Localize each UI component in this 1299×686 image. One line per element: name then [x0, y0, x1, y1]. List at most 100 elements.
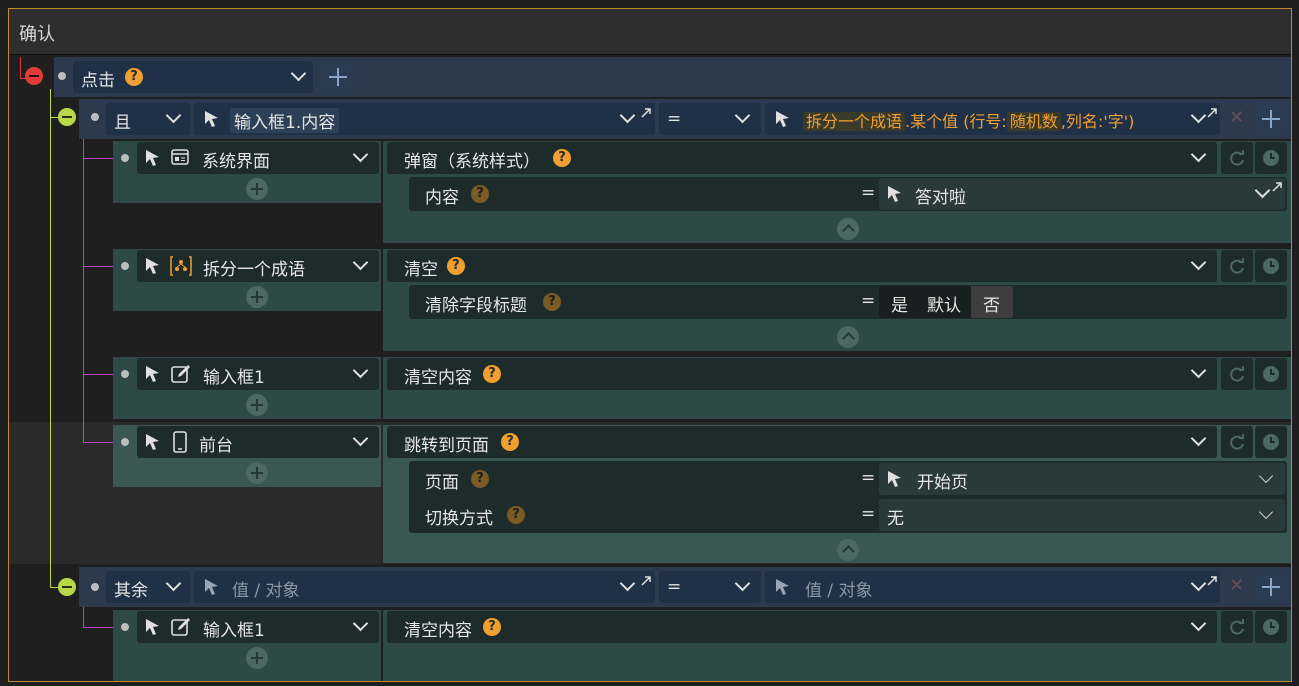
right-value-input[interactable]: 拆分一个成语 .某个值 (行号: 随机数 ,列名:'字'): [765, 103, 1220, 135]
expand-icon[interactable]: [1271, 181, 1283, 193]
timer-button[interactable]: [1255, 426, 1287, 458]
refresh-icon: [1230, 619, 1244, 635]
loop-button[interactable]: [1221, 250, 1253, 282]
collapse-params-icon[interactable]: [837, 218, 859, 240]
refresh-icon: [1230, 150, 1244, 166]
help-icon[interactable]: ?: [483, 365, 501, 383]
drag-handle-icon[interactable]: [121, 154, 129, 162]
add-action-icon[interactable]: [246, 178, 268, 200]
action-select-3[interactable]: 清空内容 ?: [387, 358, 1217, 390]
drag-handle-icon[interactable]: [121, 623, 129, 631]
loop-button[interactable]: [1221, 142, 1253, 174]
loop-button[interactable]: [1221, 611, 1253, 643]
right-value-input[interactable]: 值 / 对象: [765, 571, 1220, 603]
cursor-pick-icon[interactable]: [145, 618, 161, 636]
refresh-icon: [1230, 258, 1244, 274]
drag-handle-icon[interactable]: [91, 113, 99, 121]
expand-icon[interactable]: [640, 107, 652, 119]
compare-select[interactable]: =: [659, 103, 761, 135]
drag-handle-icon[interactable]: [121, 262, 129, 270]
clock-icon: [1263, 434, 1279, 450]
add-action-icon[interactable]: [246, 647, 268, 669]
else-target-select[interactable]: 输入框1: [137, 611, 379, 643]
help-icon[interactable]: ?: [553, 149, 571, 167]
left-value-input[interactable]: 值 / 对象: [194, 571, 655, 603]
method-token: .某个值 (行号:: [905, 112, 1007, 131]
target-select-3[interactable]: 输入框1: [137, 358, 379, 390]
target-select-1[interactable]: 系统界面: [137, 142, 379, 174]
drag-handle-icon[interactable]: [91, 583, 99, 591]
add-action-icon[interactable]: [246, 394, 268, 416]
trigger-select[interactable]: 点击 ?: [73, 61, 313, 93]
transition-select[interactable]: 无: [879, 499, 1285, 531]
compare-select[interactable]: =: [659, 571, 761, 603]
cursor-pick-icon[interactable]: [145, 365, 161, 383]
loop-button[interactable]: [1221, 358, 1253, 390]
timer-button[interactable]: [1255, 358, 1287, 390]
help-icon[interactable]: ?: [125, 68, 143, 86]
timer-button[interactable]: [1255, 611, 1287, 643]
action-label: 清空内容: [404, 621, 472, 641]
cursor-pick-icon[interactable]: [887, 470, 903, 488]
drag-handle-icon[interactable]: [121, 438, 129, 446]
clock-icon: [1263, 150, 1279, 166]
collapse-params-icon[interactable]: [837, 326, 859, 348]
action-label: 清空内容: [404, 368, 472, 388]
delete-condition-button[interactable]: ✕: [1224, 571, 1248, 603]
expand-icon[interactable]: [640, 575, 652, 587]
add-action-icon[interactable]: [246, 462, 268, 484]
option-default[interactable]: 默认: [927, 291, 961, 316]
action-connector: [83, 129, 84, 443]
drag-handle-icon[interactable]: [58, 72, 66, 80]
help-icon[interactable]: ?: [483, 618, 501, 636]
collapse-else-icon[interactable]: [58, 578, 76, 596]
option-yes[interactable]: 是: [891, 291, 908, 316]
loop-button[interactable]: [1221, 426, 1253, 458]
operator-select[interactable]: 其余: [106, 571, 190, 603]
cursor-pick-icon[interactable]: [204, 578, 220, 596]
cursor-pick-icon[interactable]: [145, 257, 161, 275]
action-select-4[interactable]: 跳转到页面 ?: [387, 426, 1217, 458]
add-condition-button[interactable]: [1255, 103, 1287, 135]
option-no-selected[interactable]: 否: [971, 286, 1013, 318]
help-icon[interactable]: ?: [471, 470, 489, 488]
help-icon[interactable]: ?: [507, 506, 525, 524]
cursor-pick-icon[interactable]: [204, 110, 220, 128]
target-select-4[interactable]: 前台: [137, 426, 379, 458]
left-value-input[interactable]: 输入框1.内容: [194, 103, 655, 135]
dataset-token: 拆分一个成语: [803, 112, 906, 131]
help-icon[interactable]: ?: [501, 433, 519, 451]
action-select-2[interactable]: 清空 ?: [387, 250, 1217, 282]
chevron-down-icon: [1258, 504, 1274, 520]
left-value-placeholder: 值 / 对象: [232, 581, 300, 601]
action-select-1[interactable]: 弹窗（系统样式） ?: [387, 142, 1217, 174]
cursor-pick-icon[interactable]: [887, 185, 903, 203]
expand-icon[interactable]: [1206, 575, 1218, 587]
add-action-icon[interactable]: [246, 286, 268, 308]
timer-button[interactable]: [1255, 142, 1287, 174]
param-value-input[interactable]: 答对啦: [879, 178, 1285, 210]
event-editor-panel: 确认 点击 ? 且 输入框1.内容 = 拆分一个成语 .某个值 (行号: 随机数…: [8, 8, 1292, 682]
expand-icon[interactable]: [1206, 107, 1218, 119]
chevron-down-icon: [619, 107, 636, 124]
help-icon[interactable]: ?: [471, 185, 489, 203]
page-select[interactable]: 开始页: [879, 463, 1285, 495]
cursor-pick-icon[interactable]: [145, 433, 161, 451]
cursor-pick-icon[interactable]: [145, 149, 161, 167]
collapse-if-icon[interactable]: [58, 108, 76, 126]
else-action-select[interactable]: 清空内容 ?: [387, 611, 1217, 643]
drag-handle-icon[interactable]: [121, 370, 129, 378]
timer-button[interactable]: [1255, 250, 1287, 282]
operator-select[interactable]: 且: [106, 103, 190, 135]
cursor-pick-icon[interactable]: [775, 110, 791, 128]
remove-trigger-icon[interactable]: [25, 67, 43, 85]
cursor-pick-icon[interactable]: [775, 578, 791, 596]
action-connector-4: [83, 442, 113, 443]
add-condition-button[interactable]: [1255, 571, 1287, 603]
collapse-params-icon[interactable]: [837, 539, 859, 561]
target-select-2[interactable]: 拆分一个成语: [137, 250, 379, 282]
add-trigger-button[interactable]: [322, 61, 354, 93]
help-icon[interactable]: ?: [543, 293, 561, 311]
help-icon[interactable]: ?: [447, 257, 465, 275]
delete-condition-button[interactable]: ✕: [1224, 103, 1248, 135]
